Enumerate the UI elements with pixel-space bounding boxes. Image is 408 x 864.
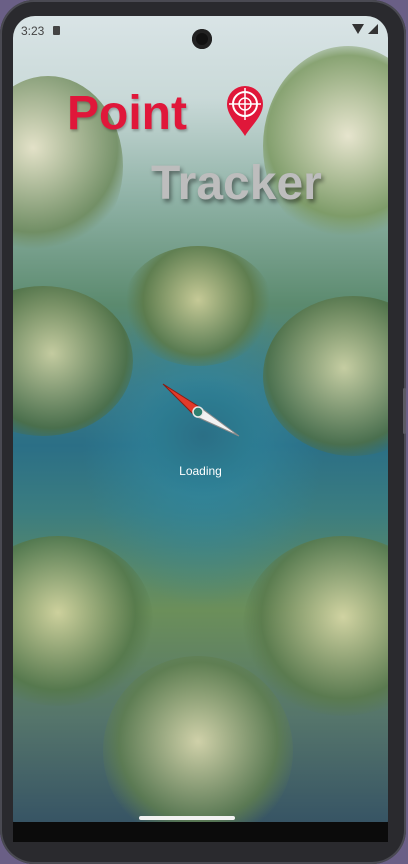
app-title-point: Point — [67, 87, 187, 140]
navigation-bar — [13, 822, 388, 842]
terrain-ridge — [13, 286, 133, 436]
gesture-handle[interactable] — [139, 816, 235, 820]
terrain-ridge — [123, 246, 273, 366]
wifi-icon — [352, 24, 364, 34]
terrain-ridge — [263, 296, 388, 456]
side-button — [403, 388, 406, 434]
terrain-ridge — [103, 656, 293, 842]
signal-icon — [368, 24, 378, 34]
loading-text: Loading — [179, 464, 222, 478]
splash-screen: 3:23 Point Tracker Loading — [13, 16, 388, 842]
front-camera — [192, 29, 212, 49]
app-title-tracker: Tracker — [151, 157, 322, 210]
map-pin-icon — [227, 86, 263, 136]
phone-frame: 3:23 Point Tracker Loading — [0, 0, 406, 864]
sim-card-icon — [53, 26, 60, 35]
compass-needle-icon — [162, 383, 240, 437]
terrain-ridge — [13, 536, 153, 706]
status-time: 3:23 — [21, 24, 45, 38]
terrain-ridge — [263, 46, 388, 246]
